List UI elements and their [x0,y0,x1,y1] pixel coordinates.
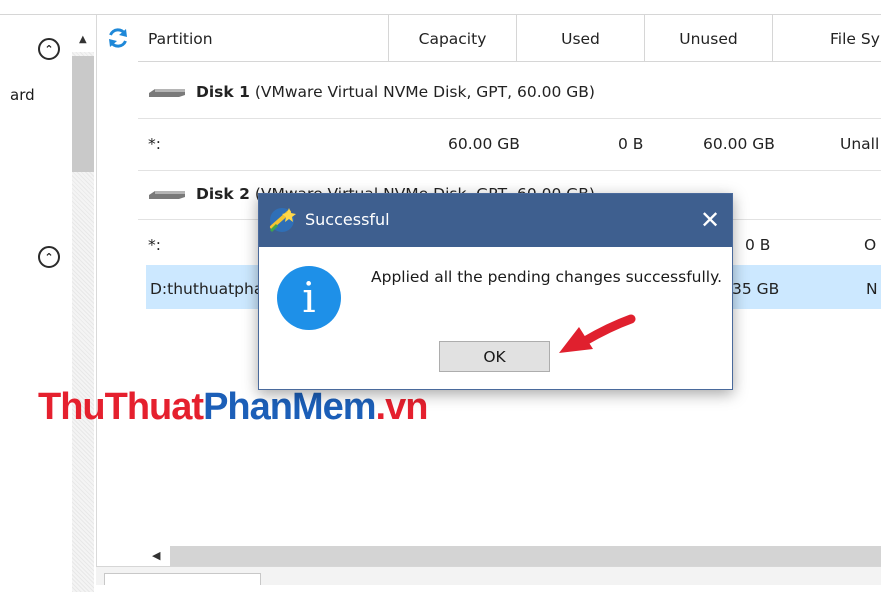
disk1-details: (VMware Virtual NVMe Disk, GPT, 60.00 GB… [254,83,595,101]
disk2-name: Disk 2 [196,185,250,203]
dialog-message: Applied all the pending changes successf… [371,268,722,286]
row-separator [138,170,881,171]
used-cell: 0 B [745,236,771,254]
collapse-up-icon[interactable]: ⌃ [38,38,60,60]
refresh-icon[interactable] [106,26,130,50]
scroll-up-arrow-icon[interactable]: ▲ [79,34,87,45]
info-icon: i [277,266,341,330]
close-icon[interactable]: ✕ [696,206,724,234]
watermark-logo: ThuThuatPhanMem.vn [38,386,428,428]
red-arrow-pointer-icon [559,314,636,353]
bottom-tab[interactable] [104,573,261,585]
disk1-name: Disk 1 [196,83,250,101]
file-system-cell: N [866,280,878,298]
app-wand-icon [269,208,296,233]
collapse-up-icon-2[interactable]: ⌃ [38,246,60,268]
file-system-cell: O [864,236,877,254]
left-panel-scrollbar-thumb[interactable] [72,56,94,172]
partition-cell: *: [148,135,161,153]
row-separator [138,118,881,119]
capacity-cell: 60.00 GB [448,135,520,153]
window-top-edge [0,0,881,15]
partition-cell: *: [148,236,161,254]
horizontal-scrollbar-thumb[interactable] [170,546,881,566]
disk-drive-icon [149,89,185,97]
disk1-header[interactable]: Disk 1 (VMware Virtual NVMe Disk, GPT, 6… [196,83,595,101]
partition-table-header: Partition Capacity Used Unused File Sy [138,15,881,62]
column-file-system[interactable]: File Sy [773,15,881,61]
unused-cell: 35 GB [732,280,780,298]
left-panel-label[interactable]: ard [10,86,35,104]
used-cell: 0 B [618,135,644,153]
column-capacity[interactable]: Capacity [389,15,517,61]
dialog-title: Successful [305,210,390,229]
partition-cell: D:thuthuatpha [150,280,264,298]
column-partition[interactable]: Partition [138,15,389,61]
success-dialog: Successful ✕ i Applied all the pending c… [258,193,733,390]
column-unused[interactable]: Unused [645,15,773,61]
ok-button[interactable]: OK [439,341,550,372]
file-system-cell: Unall [840,135,880,153]
dialog-titlebar[interactable]: Successful ✕ [259,194,732,247]
unused-cell: 60.00 GB [703,135,775,153]
disk-drive-icon [149,191,185,199]
column-used[interactable]: Used [517,15,645,61]
scroll-left-arrow-icon[interactable]: ◀ [152,549,160,562]
